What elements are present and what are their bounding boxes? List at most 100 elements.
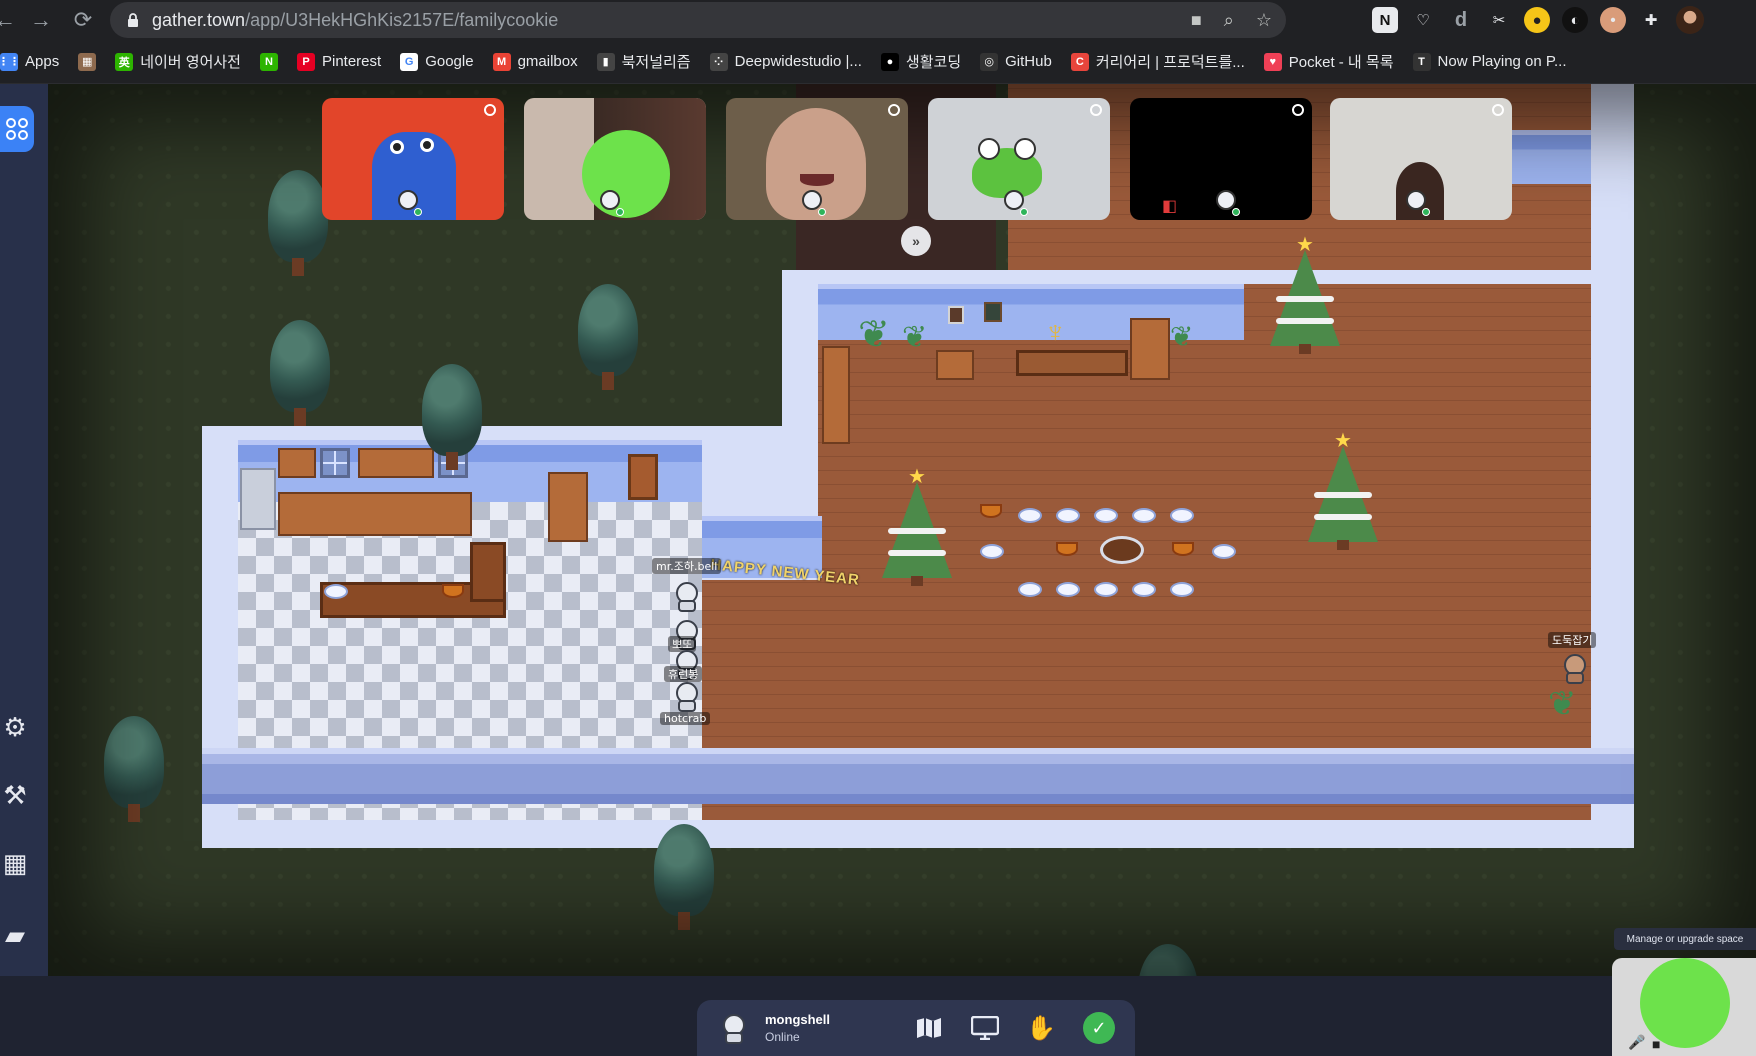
bookmark-item[interactable]: ◎ GitHub bbox=[980, 52, 1052, 71]
video-tile[interactable]: ◧ bbox=[1130, 98, 1312, 220]
participant-avatar bbox=[1402, 190, 1430, 218]
forward-arrow-icon[interactable]: → bbox=[24, 3, 58, 37]
kitchen-cabinet bbox=[278, 448, 316, 478]
plant-icon: ❦ bbox=[1170, 321, 1194, 352]
chat-icon[interactable]: ▰ bbox=[0, 920, 30, 950]
bookmark-favicon-icon: ▮ bbox=[596, 52, 615, 71]
player-avatar[interactable] bbox=[1562, 654, 1588, 684]
bookmark-label: Pinterest bbox=[321, 53, 382, 70]
video-options-icon[interactable] bbox=[484, 104, 496, 116]
bookmark-item[interactable]: ▮ 북저널리즘 bbox=[596, 51, 691, 72]
cookie-extension-icon[interactable]: • bbox=[1600, 7, 1626, 33]
bookmark-label: Apps bbox=[25, 53, 60, 70]
star-bookmark-icon[interactable]: ☆ bbox=[1256, 10, 1272, 31]
bookmark-favicon-icon: ● bbox=[880, 52, 899, 71]
video-options-icon[interactable] bbox=[1090, 104, 1102, 116]
bookmark-favicon-icon: N bbox=[259, 52, 278, 71]
plate bbox=[1132, 582, 1156, 597]
bookmark-item[interactable]: N bbox=[259, 52, 278, 71]
bowl bbox=[1056, 542, 1078, 556]
bookshelf bbox=[936, 350, 974, 380]
d-extension-icon[interactable]: d bbox=[1448, 7, 1474, 33]
address-bar[interactable]: gather.town/app/U3HekHGhKis2157E/familyc… bbox=[110, 2, 1286, 38]
build-hammer-icon[interactable]: ⚒ bbox=[0, 780, 30, 810]
player-avatar[interactable] bbox=[674, 582, 700, 612]
video-tile[interactable] bbox=[524, 98, 706, 220]
notion-extension-icon[interactable]: N bbox=[1372, 7, 1398, 33]
self-video-preview[interactable]: 🎤 ■ bbox=[1612, 958, 1756, 1056]
menorah-icon: ♆ bbox=[1044, 316, 1067, 349]
mic-icon[interactable]: 🎤 bbox=[1628, 1034, 1645, 1051]
scissors-extension-icon[interactable]: ✂ bbox=[1486, 7, 1512, 33]
browser-toolbar: ← → ⟳ gather.town/app/U3HekHGhKis2157E/f… bbox=[0, 0, 1756, 40]
plate bbox=[1018, 508, 1042, 523]
bookmark-favicon-icon: ⁘ bbox=[709, 52, 728, 71]
video-tile[interactable] bbox=[322, 98, 504, 220]
pine-tree bbox=[574, 284, 642, 394]
raise-hand-icon[interactable]: ✋ bbox=[1025, 1012, 1057, 1044]
bookmark-item[interactable]: P Pinterest bbox=[296, 52, 382, 71]
plate bbox=[1094, 582, 1118, 597]
bookmark-favicon-icon: G bbox=[400, 52, 419, 71]
bookmark-favicon-icon: C bbox=[1070, 52, 1089, 71]
pine-tree bbox=[650, 824, 718, 934]
bookmark-item[interactable]: 英 네이버 영어사전 bbox=[115, 51, 241, 72]
mouth bbox=[800, 174, 834, 186]
screen-share-icon[interactable] bbox=[969, 1012, 1001, 1044]
wardrobe bbox=[1130, 318, 1170, 380]
plate bbox=[1212, 544, 1236, 559]
gather-logo-icon[interactable] bbox=[0, 106, 34, 152]
bookmark-item[interactable]: Mgmailbox bbox=[492, 52, 578, 71]
side-table bbox=[1016, 350, 1128, 376]
reload-icon[interactable]: ⟳ bbox=[66, 3, 100, 37]
user-status-pill[interactable]: mongshell Online ✋ ✓ bbox=[697, 1000, 1135, 1056]
video-tile[interactable] bbox=[726, 98, 908, 220]
bookmark-label: 북저널리즘 bbox=[621, 54, 691, 71]
manage-space-tooltip[interactable]: Manage or upgrade space bbox=[1614, 928, 1756, 950]
eye bbox=[978, 138, 1000, 160]
back-arrow-icon[interactable]: ← bbox=[0, 3, 22, 37]
bookmark-item[interactable]: G Google bbox=[400, 52, 474, 71]
video-options-icon[interactable] bbox=[1292, 104, 1304, 116]
status-check-icon[interactable]: ✓ bbox=[1083, 1012, 1115, 1044]
bookmark-item[interactable]: ♥ Pocket - 내 목록 bbox=[1263, 51, 1394, 72]
yellow-extension-icon[interactable]: ● bbox=[1524, 7, 1550, 33]
dark-extension-icon[interactable]: ◐ bbox=[1562, 7, 1588, 33]
gear-icon[interactable]: ⚙ bbox=[0, 712, 30, 742]
christmas-tree: ★ bbox=[882, 467, 952, 588]
pocket-extension-icon[interactable]: ♡ bbox=[1410, 7, 1436, 33]
plant-icon: ❦ bbox=[1548, 685, 1577, 723]
bookmark-item[interactable]: ▦ bbox=[78, 52, 97, 71]
bowl bbox=[1172, 542, 1194, 556]
bookmark-item[interactable]: ⋮⋮ Apps bbox=[0, 52, 60, 71]
video-tile[interactable] bbox=[928, 98, 1110, 220]
picture-frame bbox=[948, 306, 964, 324]
player-name-tag: hotcrab bbox=[660, 712, 711, 725]
camera-icon[interactable]: ■ bbox=[1191, 10, 1202, 31]
puzzle-extensions-icon[interactable]: ✚ bbox=[1638, 7, 1664, 33]
video-tile[interactable] bbox=[1330, 98, 1512, 220]
camera-icon[interactable]: ■ bbox=[1652, 1036, 1660, 1052]
bookmark-item[interactable]: T Now Playing on P... bbox=[1412, 52, 1566, 71]
bookmark-favicon-icon: 英 bbox=[115, 52, 134, 71]
zoom-icon[interactable]: ⌕ bbox=[1224, 10, 1234, 31]
video-options-icon[interactable] bbox=[1492, 104, 1504, 116]
bookmark-item[interactable]: ⁘ Deepwidestudio |... bbox=[709, 52, 862, 71]
participant-avatar bbox=[1212, 190, 1240, 218]
collapse-videos-icon[interactable]: » bbox=[901, 226, 931, 256]
kitchen-door[interactable] bbox=[628, 454, 658, 500]
bookmark-label: Pocket - 내 목록 bbox=[1288, 54, 1394, 71]
bookmark-item[interactable]: ● 생활코딩 bbox=[880, 51, 961, 72]
fridge[interactable] bbox=[240, 468, 276, 530]
bookmark-favicon-icon: P bbox=[296, 52, 315, 71]
profile-avatar[interactable] bbox=[1676, 6, 1704, 34]
map-icon[interactable] bbox=[913, 1012, 945, 1044]
calendar-icon[interactable]: ▦ bbox=[0, 848, 30, 878]
bookmark-item[interactable]: C 커리어리 | 프로덕트를... bbox=[1070, 51, 1245, 72]
eye bbox=[1014, 138, 1036, 160]
player-avatar[interactable] bbox=[674, 682, 700, 712]
pine-tree bbox=[100, 716, 168, 826]
plant-icon: ❦ bbox=[902, 321, 928, 354]
video-options-icon[interactable] bbox=[888, 104, 900, 116]
player-name-tag: mr.조하.bell bbox=[652, 558, 722, 574]
